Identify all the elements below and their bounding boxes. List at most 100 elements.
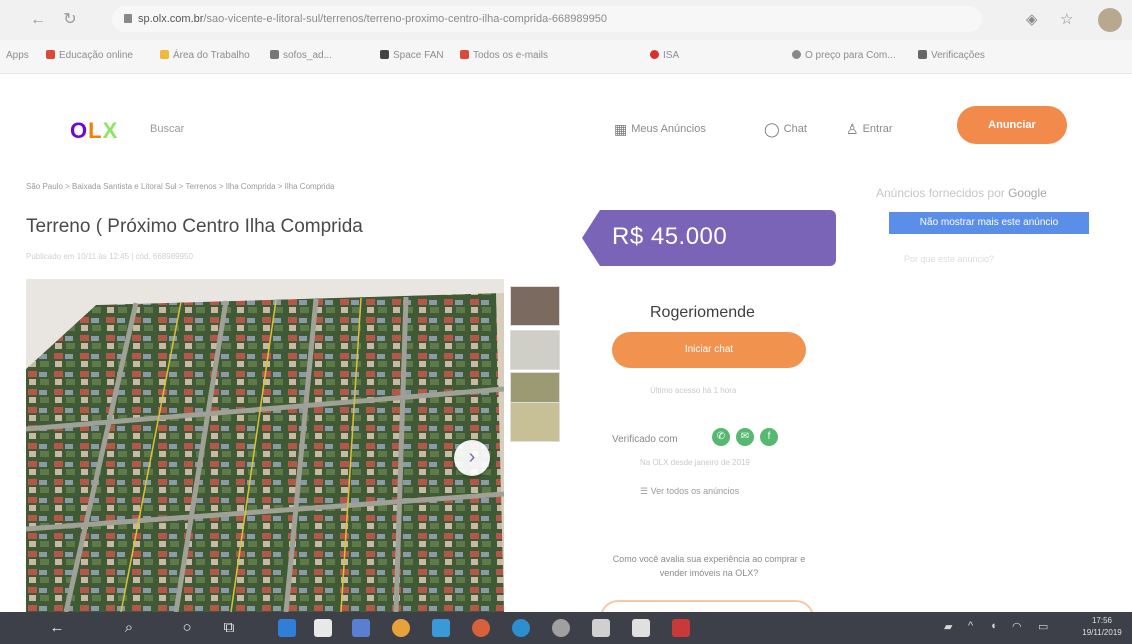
start-chat-button[interactable]: Iniciar chat: [612, 332, 806, 368]
see-all-ads-link[interactable]: ☰ Ver todos os anúncios: [640, 486, 739, 497]
chat-bubble-icon: ◯: [764, 121, 780, 137]
taskbar-clock[interactable]: 17:56 19/11/2019: [1074, 615, 1130, 639]
bookmark-favicon: [46, 50, 55, 59]
login-link[interactable]: ♙ Entrar: [846, 121, 893, 138]
bookmark-label: O preço para Com...: [805, 50, 896, 61]
photos-icon[interactable]: [432, 619, 450, 637]
phone-verified-icon: ✆: [712, 428, 730, 446]
bookmark-label: Verificações: [931, 50, 985, 61]
bookmark-favicon: [650, 50, 659, 59]
screen: ← ↻ sp.olx.com.br/sao-vicente-e-litoral-…: [0, 0, 1132, 644]
search-icon[interactable]: ⌕: [114, 612, 144, 644]
gmail-icon: [460, 50, 469, 59]
google-brand: Google: [1008, 186, 1047, 200]
cortana-icon[interactable]: ○: [172, 612, 202, 644]
url-host: sp.olx.com.br: [138, 13, 204, 25]
back-icon[interactable]: ←: [26, 8, 50, 32]
lock-icon: [124, 14, 132, 23]
bookmark-isa[interactable]: ISA: [650, 50, 679, 61]
paint-icon[interactable]: [552, 619, 570, 637]
price-tag: R$ 45.000: [582, 210, 836, 266]
verified-label: Verificado com: [612, 434, 678, 445]
thumbnail-1[interactable]: [510, 286, 560, 326]
bookmark-label: Apps: [6, 50, 29, 61]
member-since-note: Na OLX desde janeiro de 2019: [640, 458, 750, 467]
reload-icon[interactable]: ↻: [58, 8, 82, 32]
thumbnail-2[interactable]: [510, 330, 560, 370]
tray-chevron-icon[interactable]: ^: [968, 620, 973, 632]
email-verified-icon: ✉: [736, 428, 754, 446]
bookmark-educacao[interactable]: Educação online: [46, 50, 133, 61]
media-icon[interactable]: [472, 619, 490, 637]
ads-by-label: Anúncios fornecidos por Google: [876, 186, 1047, 200]
chat-link[interactable]: ◯ Chat: [764, 121, 807, 138]
why-this-ad-link[interactable]: Por que este anúncio?: [904, 254, 994, 264]
my-ads-label: Meus Anúncios: [631, 123, 706, 135]
bookmark-favicon: [160, 50, 169, 59]
calculator-icon[interactable]: [632, 619, 650, 637]
bookmark-star-icon[interactable]: ☆: [1060, 10, 1073, 28]
volume-icon[interactable]: ◖: [990, 620, 997, 632]
bookmark-label: Educação online: [59, 50, 133, 61]
wifi-icon[interactable]: ◠: [1012, 620, 1022, 633]
last-access-note: Último acesso há 1 hora: [650, 386, 737, 395]
my-ads-link[interactable]: ▦ Meus Anúncios: [614, 121, 706, 138]
search-link[interactable]: Buscar: [150, 123, 184, 135]
ads-by-text: Anúncios fornecidos por: [876, 186, 1005, 200]
bookmark-sofos[interactable]: sofos_ad...: [270, 50, 332, 61]
bookmark-apps[interactable]: Apps: [6, 50, 29, 61]
bookmark-label: ISA: [663, 50, 680, 61]
edge-icon[interactable]: [278, 619, 296, 637]
profile-avatar[interactable]: [1098, 8, 1122, 32]
browser-address-row: ← ↻ sp.olx.com.br/sao-vicente-e-litoral-…: [0, 0, 1132, 40]
settings-icon[interactable]: [592, 619, 610, 637]
clock-date: 19/11/2019: [1082, 628, 1122, 637]
login-label: Entrar: [862, 123, 893, 135]
bookmark-favicon: [270, 50, 279, 59]
thumbnail-4[interactable]: [510, 402, 560, 442]
mail-icon[interactable]: [352, 619, 370, 637]
chat-label: Chat: [783, 123, 807, 135]
grid-icon: ▦: [614, 121, 628, 137]
logo-letter-x: X: [102, 118, 119, 143]
keyboard-icon[interactable]: ▭: [1038, 620, 1048, 633]
clock-time: 17:56: [1091, 616, 1113, 625]
next-photo-button[interactable]: ›: [454, 440, 490, 476]
url-path: /sao-vicente-e-litoral-sul/terrenos/terr…: [203, 13, 607, 25]
price-value: R$ 45.000: [612, 223, 728, 250]
url-bar[interactable]: sp.olx.com.br/sao-vicente-e-litoral-sul/…: [112, 6, 982, 32]
bookmark-verificacoes[interactable]: Verificações: [918, 50, 985, 61]
listing-title: Terreno ( Próximo Centro Ilha Comprida: [26, 216, 363, 237]
bookmark-space-fan[interactable]: Space FAN: [380, 50, 444, 61]
post-ad-button[interactable]: Anunciar: [957, 106, 1067, 144]
aerial-photo-illustration: [26, 279, 504, 612]
firefox-icon[interactable]: [392, 619, 410, 637]
stop-showing-ad-button[interactable]: Não mostrar mais este anúncio: [889, 212, 1089, 234]
logo-letter-o: O: [70, 118, 89, 143]
bookmark-label: Área do Trabalho: [173, 50, 250, 61]
facebook-verified-icon: f: [760, 428, 778, 446]
listing-photo[interactable]: [26, 279, 504, 612]
store-icon[interactable]: [314, 619, 332, 637]
feedback-question: Como você avalia sua experiência ao comp…: [612, 554, 806, 578]
breadcrumb[interactable]: São Paulo > Baixada Santista e Litoral S…: [26, 182, 334, 191]
logo-letter-l: L: [88, 118, 103, 143]
bookmark-gmail[interactable]: Todos os e-mails: [460, 50, 548, 61]
bookmark-favicon: [918, 50, 927, 59]
back-arrow-icon[interactable]: ←: [42, 612, 72, 644]
pdf-icon[interactable]: [672, 619, 690, 637]
network-icon[interactable]: ▰: [944, 620, 952, 633]
taskbar: ← ⌕ ○ ⧉ ▰ ^ ◖ ◠ ▭ 17:56 19/11/2019: [0, 612, 1132, 644]
bookmark-preco[interactable]: O preço para Com...: [792, 50, 896, 61]
bookmark-label: Space FAN: [393, 50, 444, 61]
bookmarks-bar: Apps Educação online Área do Trabalho so…: [0, 40, 1132, 74]
see-all-label: Ver todos os anúncios: [650, 486, 740, 496]
seller-name: Rogeriomende: [650, 304, 755, 321]
bookmark-area-trabalho[interactable]: Área do Trabalho: [160, 50, 250, 61]
user-icon: ♙: [846, 121, 859, 137]
list-icon: ☰: [640, 486, 651, 496]
chrome-icon[interactable]: [512, 619, 530, 637]
olx-logo[interactable]: OLX: [70, 118, 118, 144]
extension-icon[interactable]: ◈: [1026, 10, 1038, 28]
task-view-icon[interactable]: ⧉: [214, 612, 244, 644]
